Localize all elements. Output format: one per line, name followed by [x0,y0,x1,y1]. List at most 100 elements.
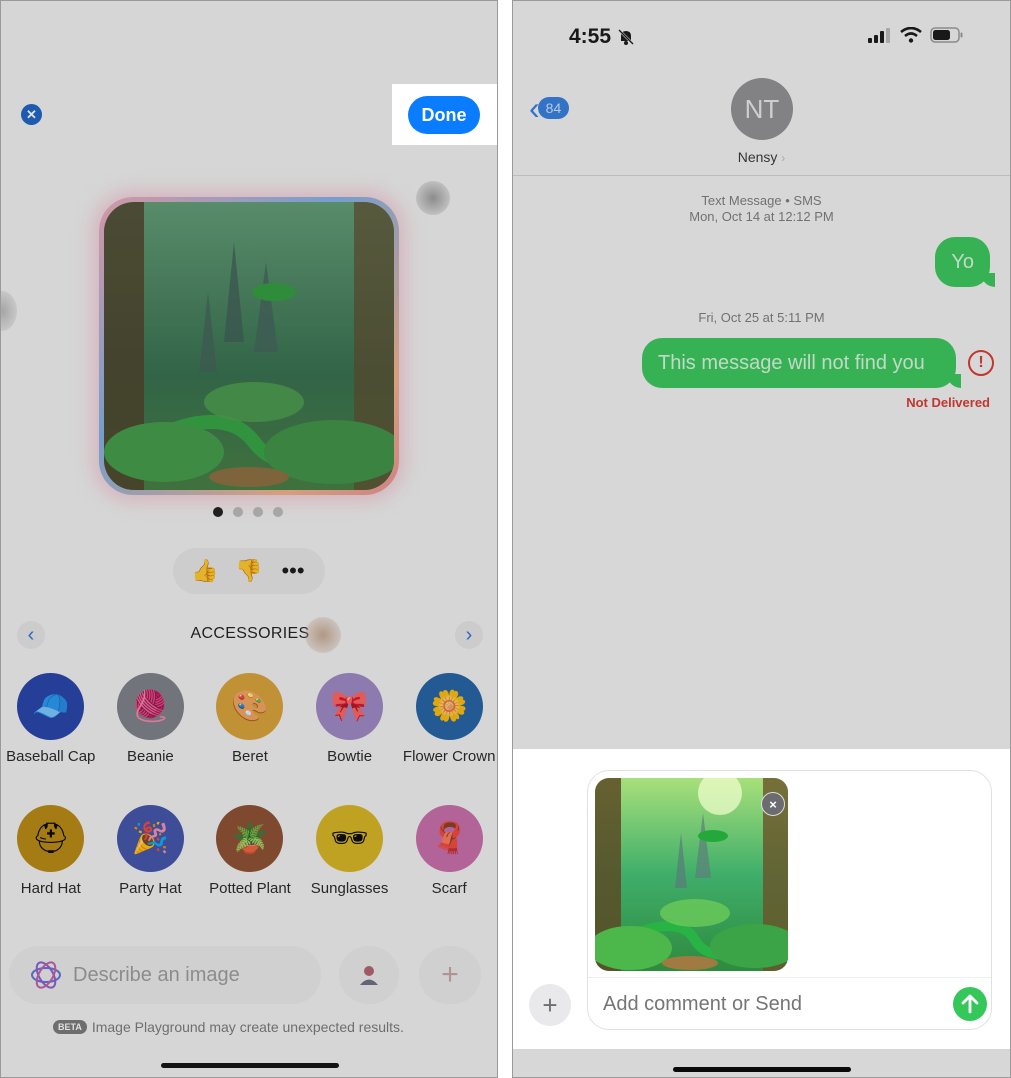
close-x-icon: ✕ [26,106,37,122]
accessory-label: Scarf [431,880,467,897]
accessory-item[interactable]: 🧶 Beanie [101,673,201,765]
bubble-tail [981,273,995,287]
back-button[interactable]: ‹ 84 [529,92,570,124]
accessory-thumbnail: 🪴 [216,805,284,872]
service-label: Text Message • SMS [701,193,822,208]
feedback-bar: 👍 👎 ••• [173,548,325,594]
contact-avatar[interactable]: NT [731,78,793,140]
image-playground-panel: ✕ 👍 👎 ••• ‹ ACCESSORIES › 🧢 Baseball Cap… [0,0,498,1078]
accessory-label: Baseball Cap [6,748,96,765]
message-bubble[interactable]: This message will not find you [642,338,961,388]
accessory-thumbnail: 🧣 [415,805,483,872]
accessory-thumbnail: 🌼 [415,673,483,740]
accessory-label: Beret [232,748,268,765]
accessory-label: Bowtie [327,748,373,765]
category-title: ACCESSORIES [190,625,310,642]
describe-image-input[interactable]: Describe an image [9,946,321,1004]
error-icon[interactable]: ! [968,350,994,376]
contact-name[interactable]: Nensy › [513,149,1010,165]
accessory-label: Sunglasses [310,880,389,897]
accessory-thumbnail: ⛑ [17,805,85,872]
thread-service-label: Text Message • SMS Mon, Oct 14 at 12:12 … [513,193,1010,225]
beta-badge: BETA [53,1020,87,1034]
person-button[interactable] [339,946,399,1004]
person-icon [360,966,378,985]
page-indicator[interactable] [213,507,283,517]
status-bar-time: 4:55 [569,25,635,49]
accessory-thumbnail: 🎀 [316,673,384,740]
jungle-snake-image [595,778,788,971]
accessory-item[interactable]: 🧢 Baseball Cap [1,673,101,765]
accessories-grid: 🧢 Baseball Cap 🧶 Beanie 🎨 Beret 🎀 Bowtie 🌼 Flower… [1,673,497,897]
thumbs-up-icon[interactable]: 👍 [187,558,223,584]
blurred-orb [416,181,450,215]
compose-area: + × Add comment or Send [513,749,1010,1049]
page-dot[interactable] [253,507,263,517]
bubble-tail [947,374,961,388]
blurred-edge [1,291,17,331]
close-button[interactable]: ✕ [21,104,42,125]
message-text: Yo [951,250,974,273]
attached-image[interactable]: × [595,778,788,971]
contact-name-text: Nensy [737,149,778,165]
describe-image-placeholder: Describe an image [73,963,240,986]
category-nav: ‹ ACCESSORIES › [15,617,485,653]
accessory-item[interactable]: 🎀 Bowtie [300,673,400,765]
chevron-right-icon: › [465,623,473,646]
image-playground-icon [31,961,61,989]
accessory-label: Hard Hat [20,880,81,897]
thumbs-down-icon[interactable]: 👎 [231,558,267,584]
home-indicator[interactable] [673,1067,851,1072]
beta-notice: BETA Image Playground may create unexpec… [53,1019,404,1035]
close-x-icon: × [769,796,777,812]
accessory-thumbnail: 🎨 [216,673,284,740]
add-button[interactable]: + [419,946,481,1004]
accessory-label: Flower Crown [402,748,496,765]
delivery-status: Not Delivered [906,395,990,410]
messages-panel: 4:55 ‹ 84 NT Nensy › Text Message • SMS … [512,0,1011,1078]
accessory-item[interactable]: 🕶 Sunglasses [300,805,400,897]
accessory-label: Beanie [127,748,174,765]
accessory-item[interactable]: 🌼 Flower Crown [399,673,497,765]
message-text: This message will not find you [658,351,925,374]
accessory-item[interactable]: 🎨 Beret [200,673,300,765]
message-bubble[interactable]: Yo [935,237,995,287]
page-dot[interactable] [233,507,243,517]
time-text: 4:55 [569,25,612,48]
bell-slash-icon [618,29,634,45]
accessory-label: Potted Plant [209,880,291,897]
compose-divider [588,977,991,978]
done-button[interactable]: Done [408,96,480,134]
send-button[interactable] [953,987,987,1021]
chevron-right-icon: › [781,151,786,165]
attach-button[interactable]: + [529,984,571,1026]
wifi-icon [900,27,922,43]
page-dot[interactable] [273,507,283,517]
accessory-thumbnail: 🎉 [116,805,184,872]
page-dot[interactable] [213,507,223,517]
blurred-orb [305,617,341,653]
accessory-thumbnail: 🕶 [316,805,384,872]
accessory-item[interactable]: 🪴 Potted Plant [200,805,300,897]
accessory-label: Party Hat [119,880,182,897]
cellular-signal-icon [868,27,890,43]
status-bar-icons [868,27,964,43]
more-icon[interactable]: ••• [275,558,311,584]
accessory-item[interactable]: 🎉 Party Hat [101,805,201,897]
remove-attachment-button[interactable]: × [761,792,785,816]
battery-icon [930,27,963,43]
unread-count-badge: 84 [537,97,570,119]
next-category-button[interactable]: › [455,621,483,649]
generated-image-preview[interactable] [99,197,404,495]
home-indicator[interactable] [161,1063,339,1068]
exclamation-icon: ! [978,354,984,371]
message-input[interactable] [603,993,933,1016]
timestamp: Fri, Oct 25 at 5:11 PM [698,310,825,325]
avatar-initials: NT [744,93,780,124]
accessory-item[interactable]: ⛑ Hard Hat [1,805,101,897]
accessory-item[interactable]: 🧣 Scarf [399,805,497,897]
arrow-up-icon [961,994,979,1014]
dim-overlay [1,1,497,1077]
done-highlight: Done [392,84,497,145]
jungle-snake-image [104,202,404,490]
